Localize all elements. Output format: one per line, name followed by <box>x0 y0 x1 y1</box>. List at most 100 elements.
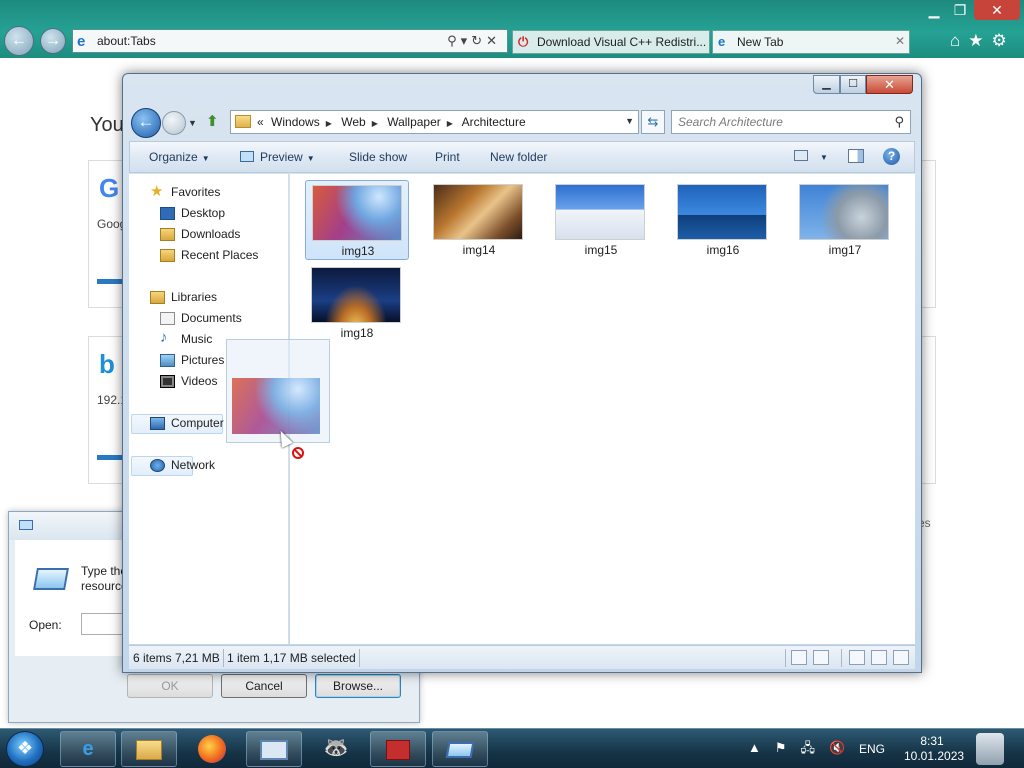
file-item-img16[interactable]: img16 <box>671 180 775 260</box>
chevron-right-icon[interactable]: ▶ <box>447 119 453 128</box>
search-input[interactable] <box>678 115 878 129</box>
explorer-minimize-button[interactable]: ▁ <box>813 75 840 94</box>
browser-minimize-button[interactable]: ▁ <box>920 0 948 20</box>
gear-icon[interactable]: ⚙ <box>992 31 1015 50</box>
preview-pane-toggle-icon[interactable] <box>871 650 887 665</box>
breadcrumb-overflow[interactable]: « <box>257 115 264 129</box>
browser-chrome: ▁ ❐ ✕ ← → e about:Tabs ⚲▾↻✕ ⏻ Download V… <box>0 0 1024 58</box>
explorer-address-bar[interactable]: « Windows ▶ Web ▶ Wallpaper ▶ Architecture … <box>230 110 639 134</box>
firefox-icon <box>198 734 226 763</box>
tab-close-icon[interactable]: ✕ <box>895 34 905 48</box>
explorer-back-button[interactable]: ← <box>131 108 161 138</box>
nav-downloads[interactable]: Downloads <box>160 227 240 241</box>
action-center-flag-icon[interactable]: ⚑ <box>775 740 787 755</box>
help-icon[interactable]: ? <box>883 148 900 165</box>
file-item-img14[interactable]: img14 <box>427 180 531 260</box>
browser-address-bar[interactable]: e about:Tabs ⚲▾↻✕ <box>72 29 508 53</box>
slideshow-button[interactable]: Slide show <box>349 150 407 164</box>
run-icon <box>445 741 475 758</box>
refresh-icon[interactable]: ↻ <box>471 33 486 48</box>
clock[interactable]: 8:31 10.01.2023 <box>904 734 965 764</box>
up-folder-icon[interactable]: ⬆ <box>206 112 224 132</box>
user-avatar[interactable] <box>976 733 1004 765</box>
organize-button[interactable]: Organize ▼ <box>149 150 210 164</box>
taskbar-run[interactable] <box>432 731 488 767</box>
browser-forward-button[interactable]: → <box>40 28 66 54</box>
search-icon[interactable]: ⚲ <box>894 114 904 130</box>
folder-icon <box>136 739 162 760</box>
nav-computer[interactable]: Computer <box>150 416 224 430</box>
ok-button[interactable]: OK <box>127 674 213 698</box>
breadcrumb-wallpaper[interactable]: Wallpaper <box>387 115 441 129</box>
open-label: Open: <box>29 618 62 632</box>
favorites-star-icon[interactable]: ★ <box>968 31 991 50</box>
run-icon <box>19 520 33 530</box>
language-indicator[interactable]: ENG <box>859 742 885 756</box>
no-drop-icon <box>292 447 304 459</box>
details-view-icon[interactable] <box>791 650 807 665</box>
nav-documents[interactable]: Documents <box>160 311 242 325</box>
file-item-img17[interactable]: img17 <box>793 180 897 260</box>
explorer-maximize-button[interactable]: ☐ <box>840 75 866 94</box>
browser-back-button[interactable]: ← <box>4 26 34 56</box>
chevron-down-icon[interactable]: ▼ <box>625 116 634 126</box>
refresh-button[interactable]: ⇆ <box>641 110 665 134</box>
dragged-image-thumbnail <box>232 378 320 434</box>
address-text[interactable]: about:Tabs <box>97 34 156 48</box>
details-pane-toggle-icon[interactable] <box>893 650 909 665</box>
change-view-button[interactable]: ▼ <box>794 149 828 163</box>
documents-icon <box>160 312 175 325</box>
nav-music[interactable]: ♪ Music <box>160 329 212 346</box>
cancel-button[interactable]: Cancel <box>221 674 307 698</box>
music-icon: ♪ <box>160 329 168 346</box>
taskbar-app[interactable] <box>370 731 426 767</box>
chevron-right-icon[interactable]: ▶ <box>326 119 332 128</box>
breadcrumb-windows[interactable]: Windows <box>271 115 320 129</box>
taskbar-firefox[interactable] <box>184 731 240 767</box>
nav-videos[interactable]: Videos <box>160 374 217 388</box>
show-hidden-icons-icon[interactable]: ▲ <box>748 740 761 755</box>
status-bar: 6 items 7,21 MB 1 item 1,17 MB selected <box>129 645 915 669</box>
nav-desktop[interactable]: Desktop <box>160 206 225 220</box>
chevron-right-icon[interactable]: ▶ <box>372 119 378 128</box>
taskbar-windows-explorer[interactable] <box>121 731 177 767</box>
volume-muted-icon[interactable]: 🔇 <box>829 740 845 755</box>
home-icon[interactable]: ⌂ <box>950 31 968 50</box>
explorer-forward-button[interactable] <box>162 111 186 135</box>
taskbar-control-panel[interactable] <box>246 731 302 767</box>
print-button[interactable]: Print <box>435 150 460 164</box>
browser-restore-button[interactable]: ❐ <box>948 0 972 20</box>
new-folder-button[interactable]: New folder <box>490 150 547 164</box>
tab-download-visual-cpp[interactable]: ⏻ Download Visual C++ Redistri... <box>512 30 710 54</box>
recent-pages-dropdown[interactable]: ▼ <box>188 118 197 128</box>
explorer-close-button[interactable]: ✕ <box>866 75 913 94</box>
preview-button[interactable]: Preview ▼ <box>240 150 315 164</box>
stop-icon[interactable]: ✕ <box>486 33 501 48</box>
network-icon[interactable]: 🖧 <box>801 740 816 755</box>
search-icon[interactable]: ⚲ <box>447 33 461 48</box>
layout-view-icon[interactable] <box>849 650 865 665</box>
dropdown-icon[interactable]: ▾ <box>461 33 472 48</box>
taskbar-raccoon-app[interactable]: 🦝 <box>308 731 364 767</box>
file-item-img15[interactable]: img15 <box>549 180 653 260</box>
breadcrumb-architecture[interactable]: Architecture <box>462 115 526 129</box>
breadcrumb-web[interactable]: Web <box>341 115 365 129</box>
nav-pictures[interactable]: Pictures <box>160 353 224 367</box>
clock-date: 10.01.2023 <box>904 749 965 763</box>
nav-recent-places[interactable]: Recent Places <box>160 248 258 262</box>
browse-button[interactable]: Browse... <box>315 674 401 698</box>
tab-new-tab[interactable]: e New Tab ✕ <box>712 30 910 54</box>
taskbar-internet-explorer[interactable]: e <box>60 731 116 767</box>
thumbnails-view-icon[interactable] <box>813 650 829 665</box>
file-name: img18 <box>340 326 374 340</box>
file-item-img13[interactable]: img13 <box>305 180 409 260</box>
nav-favorites[interactable]: ★ Favorites <box>150 183 220 200</box>
image-thumbnail <box>555 184 645 240</box>
nav-libraries[interactable]: Libraries <box>150 290 217 304</box>
start-button[interactable] <box>6 731 44 767</box>
tab-label: New Tab <box>737 35 784 49</box>
preview-pane-icon[interactable] <box>848 149 864 163</box>
nav-network[interactable]: Network <box>150 458 215 472</box>
browser-close-button[interactable]: ✕ <box>974 0 1020 20</box>
file-item-img18[interactable]: img18 <box>305 263 409 343</box>
